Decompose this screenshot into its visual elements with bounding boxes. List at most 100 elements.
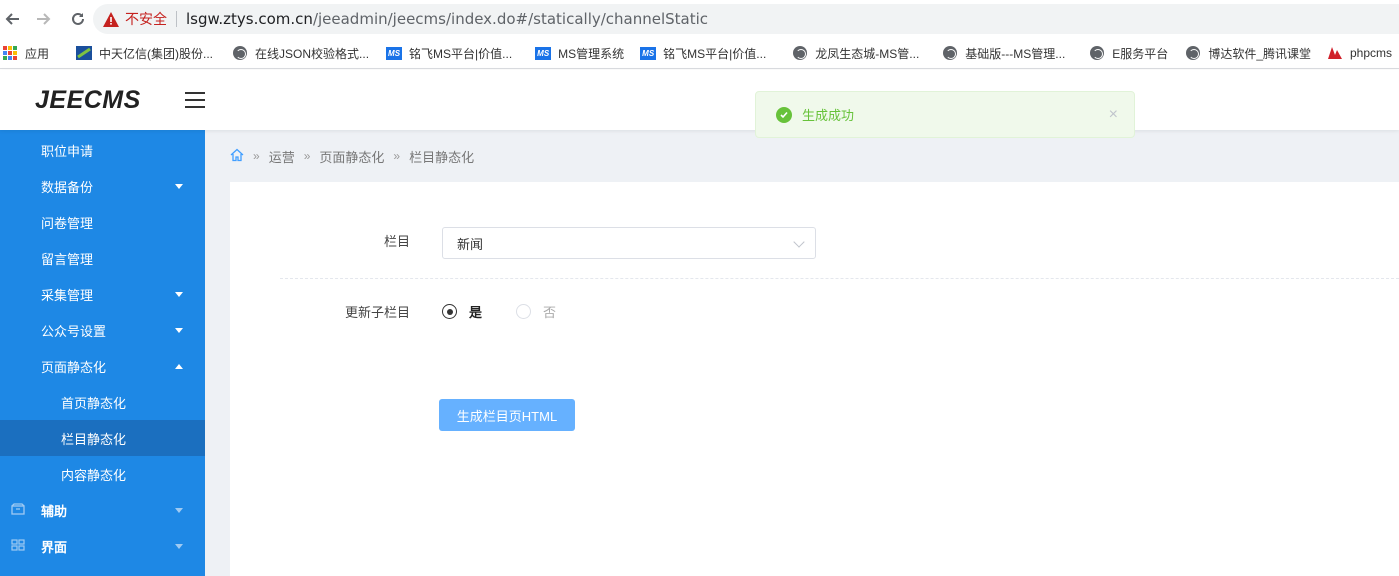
bookmark-label: 中天亿信(集团)股份... (99, 46, 214, 61)
bookmark-apps[interactable]: 应用 (2, 45, 49, 62)
globe-icon (1185, 45, 1201, 61)
globe-icon (1089, 45, 1105, 61)
globe-icon (792, 45, 808, 61)
check-circle-icon (776, 106, 792, 123)
sidebar-item-wechat-settings[interactable]: 公众号设置 (0, 312, 205, 348)
update-children-label: 更新子栏目 (344, 305, 410, 320)
chevron-down-icon (793, 236, 805, 248)
breadcrumb-separator: » (393, 149, 401, 163)
sidebar-item-home-static[interactable]: 首页静态化 (0, 384, 205, 420)
bookmark-label: E服务平台 (1112, 46, 1169, 61)
sidebar-item-survey[interactable]: 问卷管理 (0, 204, 205, 240)
radio-label: 否 (543, 305, 557, 320)
sidebar-item-collection[interactable]: 采集管理 (0, 276, 205, 312)
breadcrumb-item: 栏目静态化 (409, 149, 475, 165)
sidebar-item-label: 页面静态化 (41, 359, 107, 375)
phpcms-icon (1327, 45, 1343, 61)
caret-down-icon (175, 183, 183, 189)
bookmark-item[interactable]: 中天亿信(集团)股份... (76, 45, 213, 62)
sidebar-item-label: 首页静态化 (61, 395, 127, 411)
sidebar-item-label: 采集管理 (41, 287, 94, 303)
breadcrumb-separator: » (253, 149, 260, 163)
sidebar-item-page-static[interactable]: 页面静态化 (0, 348, 205, 384)
sidebar-item-channel-static[interactable]: 栏目静态化 (0, 420, 205, 456)
bookmark-item[interactable]: 博达软件_腾讯课堂 (1185, 45, 1311, 62)
bookmark-item[interactable]: MS MS管理系统 (535, 45, 624, 62)
menu-toggle-icon[interactable] (185, 92, 205, 108)
sidebar-item-data-backup[interactable]: 数据备份 (0, 168, 205, 204)
breadcrumb-separator: » (303, 149, 311, 163)
breadcrumb-item[interactable]: 运营 (269, 147, 295, 166)
forward-button[interactable] (32, 7, 56, 31)
bookmark-label: 铭飞MS平台|价值... (663, 46, 767, 61)
caret-down-icon (175, 507, 183, 513)
sidebar-item-label: 留言管理 (41, 251, 94, 267)
bookmark-item[interactable]: phpcms (1327, 45, 1392, 61)
security-status[interactable]: 不安全 (125, 9, 167, 29)
channel-select[interactable]: 新闻 (442, 227, 816, 259)
ms-logo-icon: MS (535, 46, 552, 60)
app-header: JEECMS (0, 70, 1399, 130)
success-toast: 生成成功 × (755, 91, 1135, 138)
bookmarks-bar: 应用 中天亿信(集团)股份... 在线JSON校验格式... MS 铭飞MS平台… (0, 38, 1399, 69)
home-icon[interactable] (230, 148, 244, 165)
form-divider (280, 278, 1399, 279)
caret-up-icon (175, 363, 183, 369)
radio-label: 是 (469, 305, 483, 320)
sidebar-item-content-static[interactable]: 内容静态化 (0, 456, 205, 492)
globe-icon (232, 45, 248, 61)
caret-down-icon (175, 543, 183, 549)
url-path: /jeeadmin/jeecms/index.do#/statically/ch… (312, 10, 709, 28)
ms-logo-icon: MS (640, 46, 657, 60)
sidebar-item-label: 栏目静态化 (61, 431, 127, 447)
sidebar-item-label: 辅助 (41, 503, 68, 519)
warning-icon (103, 11, 119, 27)
bookmark-item[interactable]: E服务平台 (1089, 45, 1168, 62)
bookmark-label: 应用 (25, 46, 50, 61)
app-logo[interactable]: JEECMS (35, 86, 141, 115)
layout-icon (11, 538, 25, 554)
url-text[interactable]: lsgw.ztys.com.cn/jeeadmin/jeecms/index.d… (186, 10, 708, 28)
url-host: lsgw.ztys.com.cn (186, 10, 313, 28)
reload-icon (72, 12, 84, 25)
bookmark-label: 铭飞MS平台|价值... (409, 46, 513, 61)
close-icon[interactable]: × (1109, 106, 1118, 124)
bookmark-item[interactable]: 龙凤生态城-MS管... (792, 45, 919, 62)
globe-icon (942, 45, 958, 61)
breadcrumb-item[interactable]: 页面静态化 (319, 147, 384, 166)
sidebar-item-guestbook[interactable]: 留言管理 (0, 240, 205, 276)
site-logo-icon (76, 45, 93, 61)
bookmark-label: phpcms (1350, 46, 1393, 60)
sidebar-item-label: 界面 (41, 539, 68, 555)
sidebar-item-assist[interactable]: 辅助 (0, 492, 205, 528)
radio-yes[interactable]: 是 (442, 302, 482, 321)
radio-no[interactable]: 否 (516, 302, 556, 321)
sidebar-item-label: 问卷管理 (41, 215, 94, 231)
sidebar-item-interface[interactable]: 界面 (0, 528, 205, 564)
bookmark-item[interactable]: 基础版---MS管理... (942, 45, 1065, 62)
bookmark-item[interactable]: 在线JSON校验格式... (232, 45, 369, 62)
ms-logo-icon: MS (386, 46, 403, 60)
arrow-right-icon (37, 13, 51, 25)
channel-select-value: 新闻 (457, 236, 484, 252)
toast-message: 生成成功 (802, 108, 855, 123)
bookmark-item[interactable]: MS 铭飞MS平台|价值... (640, 45, 766, 62)
arrow-left-icon (5, 13, 19, 25)
breadcrumb: » 运营 » 页面静态化 » 栏目静态化 (230, 146, 474, 166)
generate-channel-html-button[interactable]: 生成栏目页HTML (439, 399, 575, 431)
sidebar-item-label: 公众号设置 (41, 323, 107, 339)
bookmark-label: 基础版---MS管理... (965, 46, 1066, 61)
caret-down-icon (175, 291, 183, 297)
back-button[interactable] (0, 7, 24, 31)
sidebar: 职位申请 数据备份 问卷管理 留言管理 采集管理 公众号设置 页面静态化 首页静… (0, 130, 205, 576)
sidebar-item-job-applications[interactable]: 职位申请 (0, 132, 205, 168)
bookmark-label: 在线JSON校验格式... (255, 46, 370, 61)
omnibox[interactable]: 不安全 lsgw.ztys.com.cn/jeeadmin/jeecms/ind… (93, 4, 1399, 34)
channel-label: 栏目 (383, 234, 410, 249)
divider (176, 11, 177, 27)
radio-unchecked-icon (516, 304, 531, 319)
bookmark-label: 龙凤生态城-MS管... (815, 46, 920, 61)
reload-button[interactable] (66, 7, 90, 31)
sidebar-item-label: 内容静态化 (61, 467, 127, 483)
bookmark-item[interactable]: MS 铭飞MS平台|价值... (386, 45, 512, 62)
